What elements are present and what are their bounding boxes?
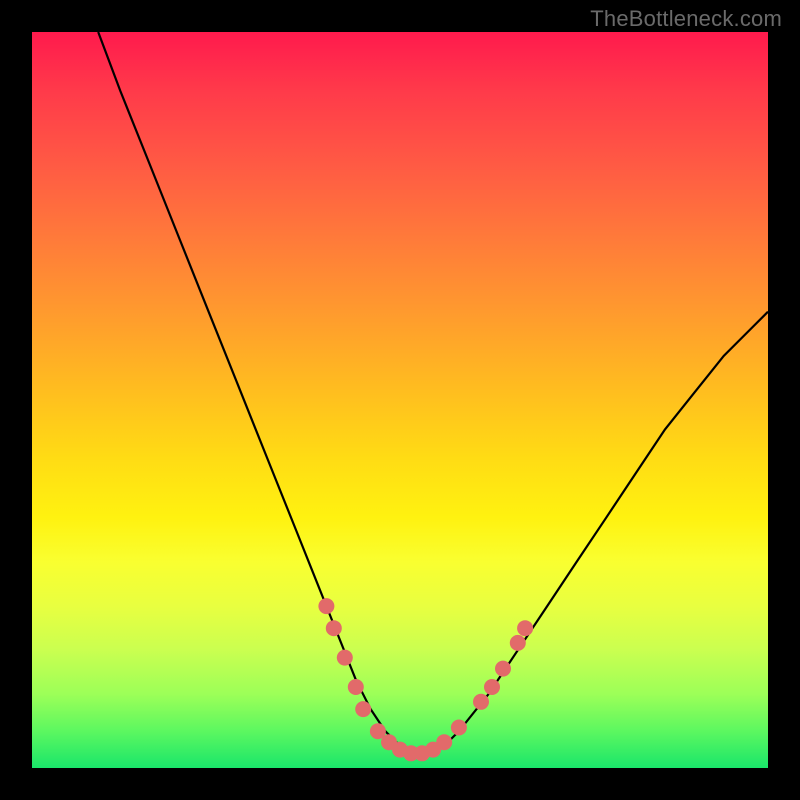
watermark-text: TheBottleneck.com [590, 6, 782, 32]
curve-marker [451, 720, 467, 736]
curve-marker [510, 635, 526, 651]
curve-marker [348, 679, 364, 695]
curve-markers [318, 598, 533, 761]
curve-marker [355, 701, 371, 717]
chart-svg [32, 32, 768, 768]
curve-marker [495, 661, 511, 677]
curve-marker [517, 620, 533, 636]
curve-marker [484, 679, 500, 695]
curve-marker [473, 694, 489, 710]
chart-frame: TheBottleneck.com [0, 0, 800, 800]
curve-marker [326, 620, 342, 636]
bottleneck-curve [98, 32, 768, 753]
curve-marker [337, 650, 353, 666]
plot-area [32, 32, 768, 768]
curve-marker [318, 598, 334, 614]
curve-marker [436, 734, 452, 750]
